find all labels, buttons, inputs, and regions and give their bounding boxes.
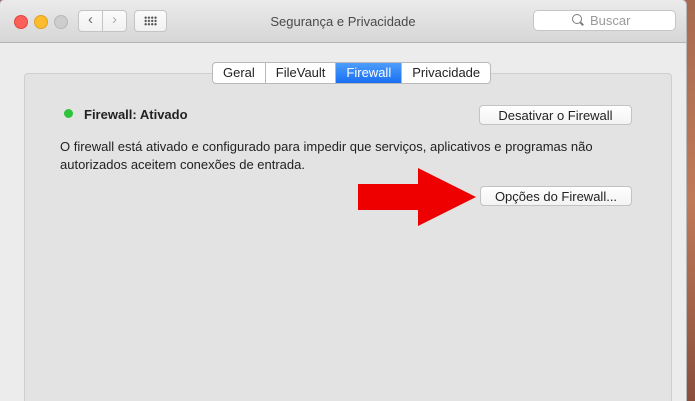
tab-privacidade[interactable]: Privacidade	[402, 63, 490, 83]
preferences-window: ‹ › Segurança e Privacidade Buscar Geral…	[0, 0, 686, 401]
firewall-description: O firewall está ativado e configurado pa…	[60, 139, 593, 172]
desktop-wallpaper-right	[685, 0, 695, 401]
search-icon	[572, 14, 582, 24]
search-placeholder: Buscar	[590, 13, 631, 28]
tab-geral[interactable]: Geral	[213, 63, 266, 83]
status-indicator	[64, 109, 73, 118]
disable-firewall-button[interactable]: Desativar o Firewall	[479, 105, 632, 125]
title-bar: ‹ › Segurança e Privacidade Buscar	[0, 0, 686, 43]
firewall-status-label: Firewall: Ativado	[84, 107, 188, 122]
tab-bar: Geral FileVault Firewall Privacidade	[212, 62, 492, 84]
firewall-options-button[interactable]: Opções do Firewall...	[480, 186, 632, 206]
search-field[interactable]: Buscar	[533, 10, 676, 31]
tab-filevault[interactable]: FileVault	[266, 63, 337, 83]
red-arrow-annotation	[358, 168, 476, 226]
tab-firewall[interactable]: Firewall	[336, 63, 403, 83]
